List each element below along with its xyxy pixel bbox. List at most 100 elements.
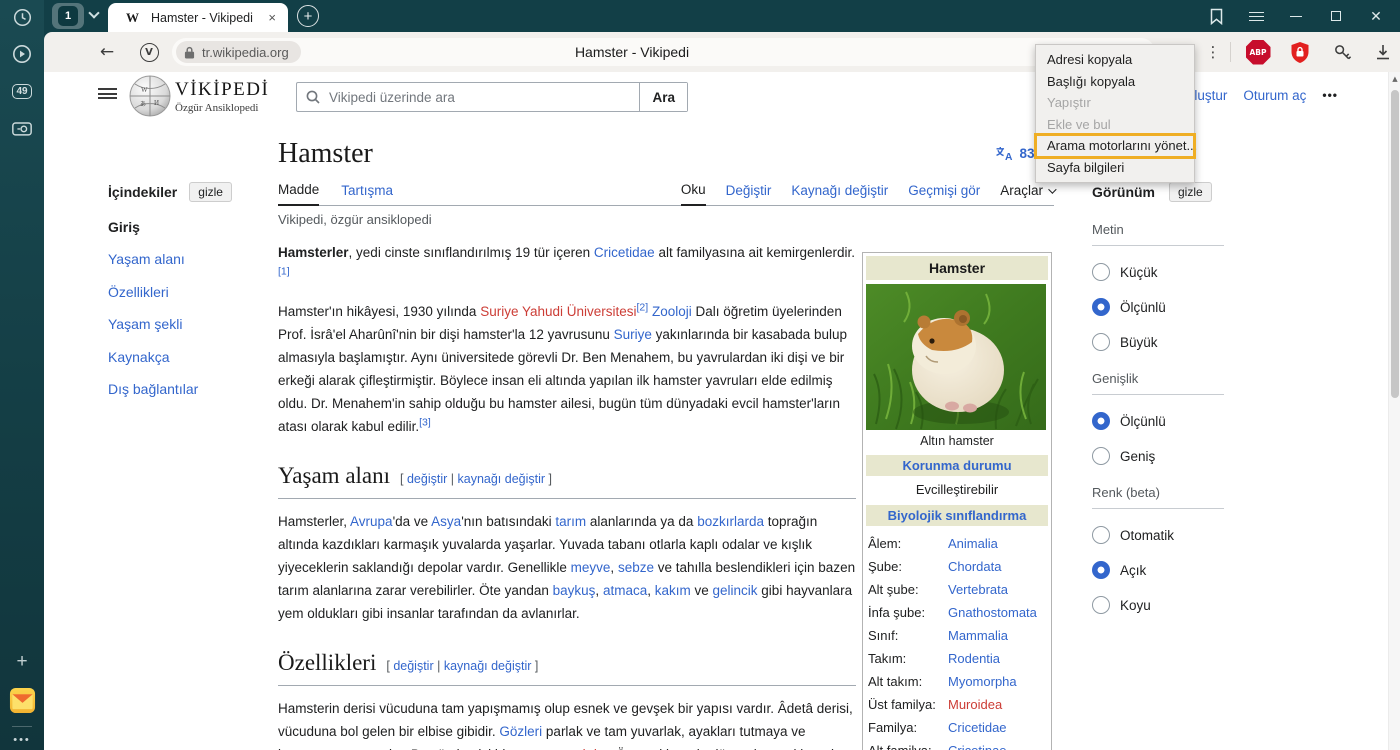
toc-item-yasam-sekli[interactable]: Yaşam şekli [108, 313, 268, 335]
back-icon[interactable]: ← [90, 32, 124, 72]
search-icon [306, 90, 320, 104]
radio-olcunlu-genislik[interactable]: Ölçünlü [1092, 412, 1224, 430]
radio-icon[interactable] [1092, 298, 1110, 316]
reading-list-icon[interactable] [1196, 0, 1236, 32]
workspace-chevron-down-icon[interactable] [88, 7, 99, 18]
workspace-badge: 1 [58, 6, 78, 26]
radio-icon[interactable] [1092, 596, 1110, 614]
tab-close-icon[interactable]: × [266, 10, 278, 25]
toc-item-ozellikleri[interactable]: Özellikleri [108, 281, 268, 303]
workspace-button[interactable]: 1 [52, 3, 84, 29]
appearance-hide-button[interactable]: gizle [1169, 182, 1212, 202]
wikipedia-globe-logo[interactable]: W И あ [128, 74, 172, 118]
chevron-down-icon [1048, 185, 1056, 193]
toc-item-dis-baglantilar[interactable]: Dış bağlantılar [108, 378, 268, 400]
radio-icon[interactable] [1092, 526, 1110, 544]
context-menu: Adresi kopyala Başlığı kopyala Yapıştır … [1035, 44, 1195, 183]
taxobox: Hamster [862, 252, 1052, 750]
capture-camera-icon[interactable] [0, 116, 44, 140]
radio-acik[interactable]: Açık [1092, 561, 1224, 579]
page-scrollbar[interactable]: ▲ [1388, 72, 1400, 750]
menu-item-sayfa-bilgileri[interactable]: Sayfa bilgileri [1036, 157, 1194, 179]
close-button[interactable]: ✕ [1356, 0, 1396, 32]
radio-buyuk[interactable]: Büyük [1092, 333, 1224, 351]
rail-divider [12, 726, 32, 727]
rail-more-icon[interactable]: ••• [0, 733, 44, 747]
add-panel-icon[interactable]: + [0, 650, 44, 674]
toc-item-giris[interactable]: Giriş [108, 216, 268, 238]
radio-icon[interactable] [1092, 333, 1110, 351]
tab-araclar[interactable]: Araçlar [1000, 183, 1054, 205]
wikipedia-favicon: W [126, 10, 139, 26]
page-content: W И あ VİKİPEDİ Özgür Ansiklopedi Ara Hes… [44, 72, 1400, 750]
adblock-abp-icon[interactable]: ABP [1241, 32, 1275, 72]
tracker-shield-icon[interactable] [1283, 32, 1317, 72]
play-media-icon[interactable] [0, 42, 44, 66]
restore-button[interactable] [1316, 0, 1356, 32]
search-input[interactable] [327, 89, 639, 106]
group-label-renk: Renk (beta) [1092, 485, 1224, 509]
taxonomy-row: Üst familya:Muroidea [866, 693, 1048, 716]
taxonomy-row: Âlem:Animalia [866, 532, 1048, 555]
classification-header[interactable]: Biyolojik sınıflandırma [866, 505, 1048, 526]
tab-kaynagi-degistir[interactable]: Kaynağı değiştir [791, 183, 888, 205]
logo-subtitle: Özgür Ansiklopedi [175, 102, 269, 114]
svg-text:W: W [141, 86, 148, 94]
download-icon[interactable] [1366, 32, 1400, 72]
mail-app-icon[interactable] [0, 686, 44, 714]
tab-madde[interactable]: Madde [278, 182, 319, 206]
status-value: Evcilleştirebilir [866, 476, 1048, 503]
scrollbar-thumb[interactable] [1391, 90, 1399, 398]
history-clock-icon[interactable] [0, 5, 44, 29]
vivaldi-home-icon[interactable]: V [132, 32, 166, 72]
radio-olcunlu-metin[interactable]: Ölçünlü [1092, 298, 1224, 316]
image-caption: Altın hamster [866, 430, 1048, 453]
radio-koyu[interactable]: Koyu [1092, 596, 1224, 614]
taxonomy-row: Familya:Cricetidae [866, 716, 1048, 739]
tab-tartisma[interactable]: Tartışma [341, 183, 393, 205]
browser-tab[interactable]: W Hamster - Vikipedi × [108, 3, 288, 32]
article-tabs: Madde Tartışma Oku Değiştir Kaynağı deği… [278, 180, 1054, 206]
appearance-title: Görünüm [1092, 184, 1155, 200]
site-badge[interactable]: tr.wikipedia.org [176, 41, 301, 63]
translate-icon: A [995, 146, 1014, 161]
article-title: Hamster [278, 138, 373, 169]
login-link[interactable]: Oturum aç [1243, 88, 1306, 103]
edit-link[interactable]: değiştir [407, 472, 447, 486]
titlebar: 1 W Hamster - Vikipedi × + ✕ [0, 0, 1400, 32]
appearance-panel: Görünüm gizle Metin Küçük Ölçünlü Büyük … [1092, 182, 1224, 614]
menu-item-arama-motorlarini-yonet[interactable]: Arama motorlarını yönet... [1036, 135, 1194, 157]
new-tab-button[interactable]: + [297, 5, 319, 27]
scroll-up-icon[interactable]: ▲ [1389, 75, 1400, 83]
key-icon[interactable] [1325, 32, 1359, 72]
menu-item-basligi-kopyala[interactable]: Başlığı kopyala [1036, 71, 1194, 93]
browser-menu-icon[interactable] [1236, 0, 1276, 32]
radio-icon[interactable] [1092, 412, 1110, 430]
toc-item-kaynakca[interactable]: Kaynakça [108, 346, 268, 368]
radio-icon[interactable] [1092, 561, 1110, 579]
toolbar-divider [1230, 42, 1231, 62]
radio-icon[interactable] [1092, 263, 1110, 281]
menu-item-adresi-kopyala[interactable]: Adresi kopyala [1036, 49, 1194, 71]
edit-source-link[interactable]: kaynağı değiştir [458, 472, 546, 486]
tab-degistir[interactable]: Değiştir [726, 183, 772, 205]
toc-hide-button[interactable]: gizle [189, 182, 232, 202]
radio-icon[interactable] [1092, 447, 1110, 465]
browser-window: 1 W Hamster - Vikipedi × + ✕ 49 [0, 0, 1400, 750]
search-button[interactable]: Ara [639, 83, 687, 111]
edit-link[interactable]: değiştir [393, 659, 433, 673]
edit-source-link[interactable]: kaynağı değiştir [444, 659, 532, 673]
wikipedia-wordmark[interactable]: VİKİPEDİ Özgür Ansiklopedi [175, 79, 269, 114]
toc-item-yasam-alani[interactable]: Yaşam alanı [108, 248, 268, 270]
radio-genis[interactable]: Geniş [1092, 447, 1224, 465]
minimize-button[interactable] [1276, 0, 1316, 32]
radio-otomatik[interactable]: Otomatik [1092, 526, 1224, 544]
radio-kucuk[interactable]: Küçük [1092, 263, 1224, 281]
tab-counter-badge[interactable]: 49 [0, 80, 44, 102]
more-vertical-icon[interactable]: ⋮ [1196, 32, 1230, 72]
personal-more-icon[interactable]: ••• [1322, 88, 1338, 102]
tab-oku[interactable]: Oku [681, 182, 706, 206]
wiki-menu-icon[interactable] [98, 88, 117, 99]
status-header[interactable]: Korunma durumu [866, 455, 1048, 476]
tab-gecmisi-gor[interactable]: Geçmişi gör [908, 183, 980, 205]
